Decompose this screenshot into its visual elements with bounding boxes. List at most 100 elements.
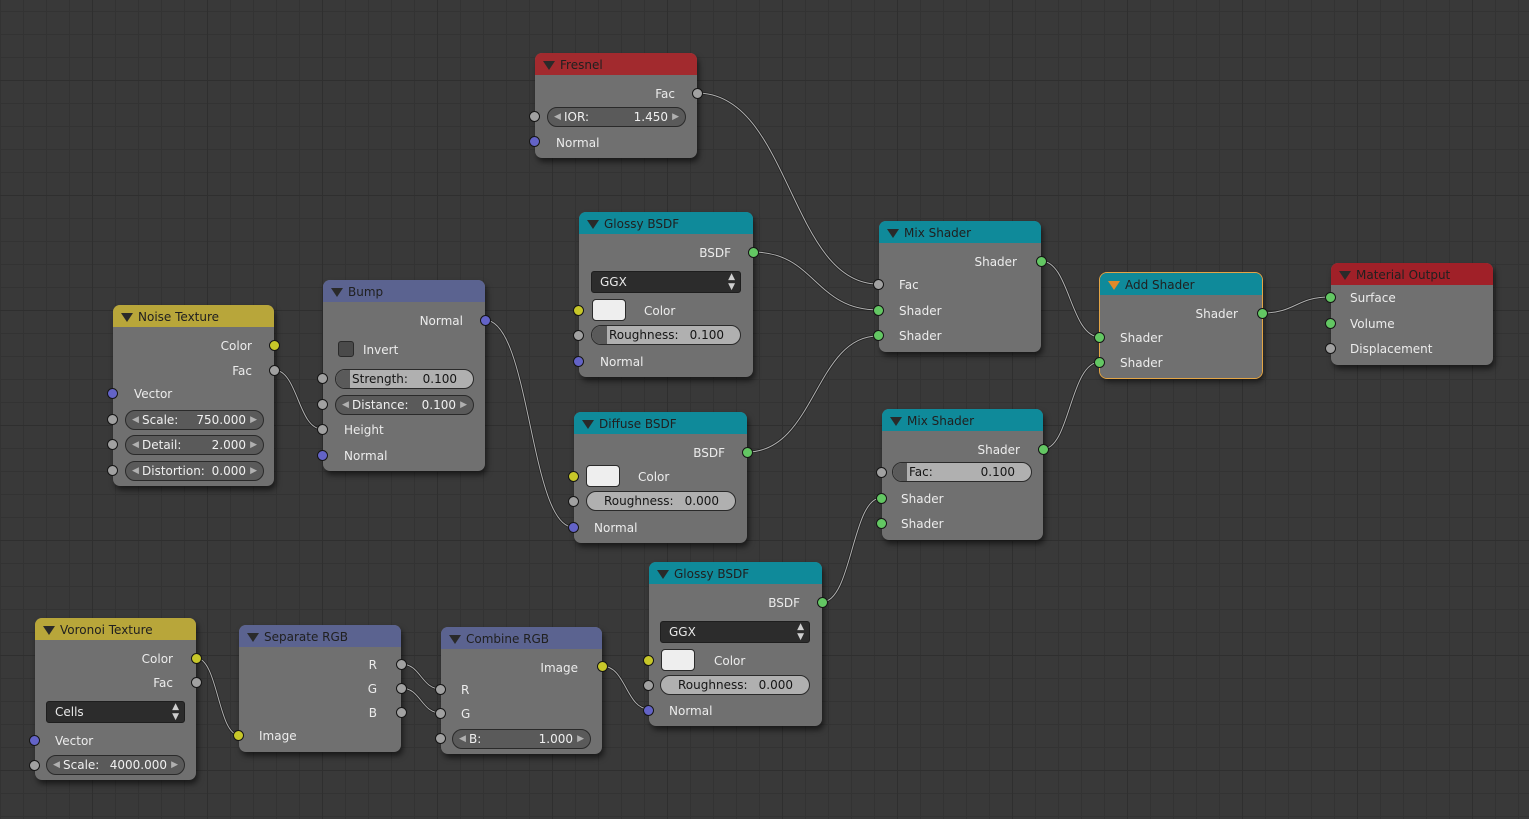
increment-arrow-icon[interactable]: ▶ <box>250 462 257 480</box>
collapse-icon[interactable] <box>543 61 555 70</box>
scale-field[interactable]: ◀ Scale: 4000.000 ▶ <box>46 755 185 775</box>
mix-shader-header[interactable]: Mix Shader <box>879 221 1041 243</box>
strength-socket[interactable] <box>317 373 328 384</box>
glossy-bsdf-node[interactable]: Glossy BSDF BSDF GGX ▲ ▼ Color Roughness: 0… <box>573 212 759 377</box>
collapse-icon[interactable] <box>887 229 899 238</box>
output-fac-socket[interactable] <box>191 677 202 688</box>
detail-field[interactable]: ◀ Detail: 2.000 ▶ <box>125 435 264 455</box>
output-r-socket[interactable] <box>396 659 407 670</box>
fresnel-node[interactable]: Fresnel Fac ◀ IOR: 1.450 ▶ Normal <box>529 53 703 158</box>
combine-rgb-node[interactable]: Combine RGB Image R G ◀ B: 1.000 ▶ <box>435 627 608 754</box>
separate-rgb-node[interactable]: Separate RGB R G B Image <box>233 625 407 752</box>
shader-b-socket[interactable] <box>1094 357 1105 368</box>
decrement-arrow-icon[interactable]: ◀ <box>132 462 139 480</box>
height-socket[interactable] <box>317 424 328 435</box>
decrement-arrow-icon[interactable]: ◀ <box>53 756 60 774</box>
distribution-dropdown[interactable]: GGX ▲ ▼ <box>660 621 810 643</box>
output-bsdf-socket[interactable] <box>742 447 753 458</box>
material-output-header[interactable]: Material Output <box>1331 263 1493 285</box>
surface-socket[interactable] <box>1325 292 1336 303</box>
shader-b-socket[interactable] <box>876 518 887 529</box>
decrement-arrow-icon[interactable]: ◀ <box>554 108 561 126</box>
color-swatch[interactable] <box>661 649 695 671</box>
output-color-socket[interactable] <box>269 340 280 351</box>
mix-shader-header[interactable]: Mix Shader <box>882 409 1043 431</box>
output-image-socket[interactable] <box>597 661 608 672</box>
output-bsdf-socket[interactable] <box>748 247 759 258</box>
normal-socket[interactable] <box>643 705 654 716</box>
color-socket[interactable] <box>568 471 579 482</box>
roughness-socket[interactable] <box>573 330 584 341</box>
b-field[interactable]: ◀ B: 1.000 ▶ <box>452 729 591 749</box>
distance-socket[interactable] <box>317 399 328 410</box>
b-socket[interactable] <box>435 733 446 744</box>
collapse-icon[interactable] <box>1108 281 1120 290</box>
roughness-socket[interactable] <box>643 680 654 691</box>
distortion-field[interactable]: ◀ Distortion: 0.000 ▶ <box>125 461 264 481</box>
voronoi-texture-node[interactable]: Voronoi Texture Color Fac Cells ▲ ▼ Vector… <box>29 618 202 780</box>
increment-arrow-icon[interactable]: ▶ <box>250 436 257 454</box>
invert-checkbox[interactable] <box>338 341 354 357</box>
color-socket[interactable] <box>573 305 584 316</box>
strength-slider[interactable]: Strength: 0.100 <box>335 369 474 389</box>
output-bsdf-socket[interactable] <box>817 597 828 608</box>
collapse-icon[interactable] <box>657 570 669 579</box>
displacement-socket[interactable] <box>1325 343 1336 354</box>
ior-field[interactable]: ◀ IOR: 1.450 ▶ <box>547 107 686 127</box>
color-swatch[interactable] <box>586 465 620 487</box>
decrement-arrow-icon[interactable]: ◀ <box>459 730 466 748</box>
increment-arrow-icon[interactable]: ▶ <box>577 730 584 748</box>
g-socket[interactable] <box>435 708 446 719</box>
vector-socket[interactable] <box>29 735 40 746</box>
shader-a-socket[interactable] <box>873 305 884 316</box>
output-normal-socket[interactable] <box>480 315 491 326</box>
output-shader-socket[interactable] <box>1038 444 1049 455</box>
roughness-slider[interactable]: Roughness: 0.000 <box>660 675 810 695</box>
roughness-slider[interactable]: Roughness: 0.100 <box>591 325 741 345</box>
decrement-arrow-icon[interactable]: ◀ <box>132 436 139 454</box>
vector-socket[interactable] <box>107 388 118 399</box>
mix-shader-node[interactable]: Mix Shader Shader Fac: 0.100 Shader Shade… <box>876 409 1049 540</box>
scale-field[interactable]: ◀ Scale: 750.000 ▶ <box>125 410 264 430</box>
color-swatch[interactable] <box>592 299 626 321</box>
glossy-bsdf-header[interactable]: Glossy BSDF <box>649 562 822 584</box>
noise-texture-header[interactable]: Noise Texture <box>113 305 274 327</box>
add-shader-node[interactable]: Add Shader Shader Shader Shader <box>1094 272 1268 379</box>
glossy-bsdf-header[interactable]: Glossy BSDF <box>579 212 753 234</box>
output-shader-socket[interactable] <box>1036 256 1047 267</box>
coloring-dropdown[interactable]: Cells ▲ ▼ <box>46 701 185 723</box>
output-fac-socket[interactable] <box>692 88 703 99</box>
fresnel-header[interactable]: Fresnel <box>535 53 697 75</box>
diffuse-bsdf-header[interactable]: Diffuse BSDF <box>574 412 747 434</box>
output-b-socket[interactable] <box>396 707 407 718</box>
output-shader-socket[interactable] <box>1257 308 1268 319</box>
increment-arrow-icon[interactable]: ▶ <box>171 756 178 774</box>
combine-rgb-header[interactable]: Combine RGB <box>441 627 602 649</box>
normal-socket[interactable] <box>568 522 579 533</box>
ior-socket[interactable] <box>529 111 540 122</box>
normal-socket[interactable] <box>573 356 584 367</box>
collapse-icon[interactable] <box>43 626 55 635</box>
increment-arrow-icon[interactable]: ▶ <box>460 396 467 414</box>
normal-socket[interactable] <box>529 136 540 147</box>
decrement-arrow-icon[interactable]: ◀ <box>132 411 139 429</box>
detail-socket[interactable] <box>107 439 118 450</box>
bump-header[interactable]: Bump <box>323 280 485 302</box>
normal-socket[interactable] <box>317 450 328 461</box>
add-shader-header[interactable]: Add Shader <box>1100 273 1262 295</box>
shader-a-socket[interactable] <box>1094 332 1105 343</box>
collapse-icon[interactable] <box>121 313 133 322</box>
shader-b-socket[interactable] <box>873 330 884 341</box>
output-g-socket[interactable] <box>396 683 407 694</box>
output-color-socket[interactable] <box>191 653 202 664</box>
collapse-icon[interactable] <box>331 288 343 297</box>
volume-socket[interactable] <box>1325 318 1336 329</box>
increment-arrow-icon[interactable]: ▶ <box>672 108 679 126</box>
fac-slider[interactable]: Fac: 0.100 <box>892 462 1032 482</box>
scale-socket[interactable] <box>107 414 118 425</box>
output-fac-socket[interactable] <box>269 365 280 376</box>
bump-node[interactable]: Bump Normal Invert Strength: 0.100 ◀ Dista… <box>317 280 491 471</box>
roughness-socket[interactable] <box>568 496 579 507</box>
color-socket[interactable] <box>643 655 654 666</box>
collapse-icon[interactable] <box>582 420 594 429</box>
